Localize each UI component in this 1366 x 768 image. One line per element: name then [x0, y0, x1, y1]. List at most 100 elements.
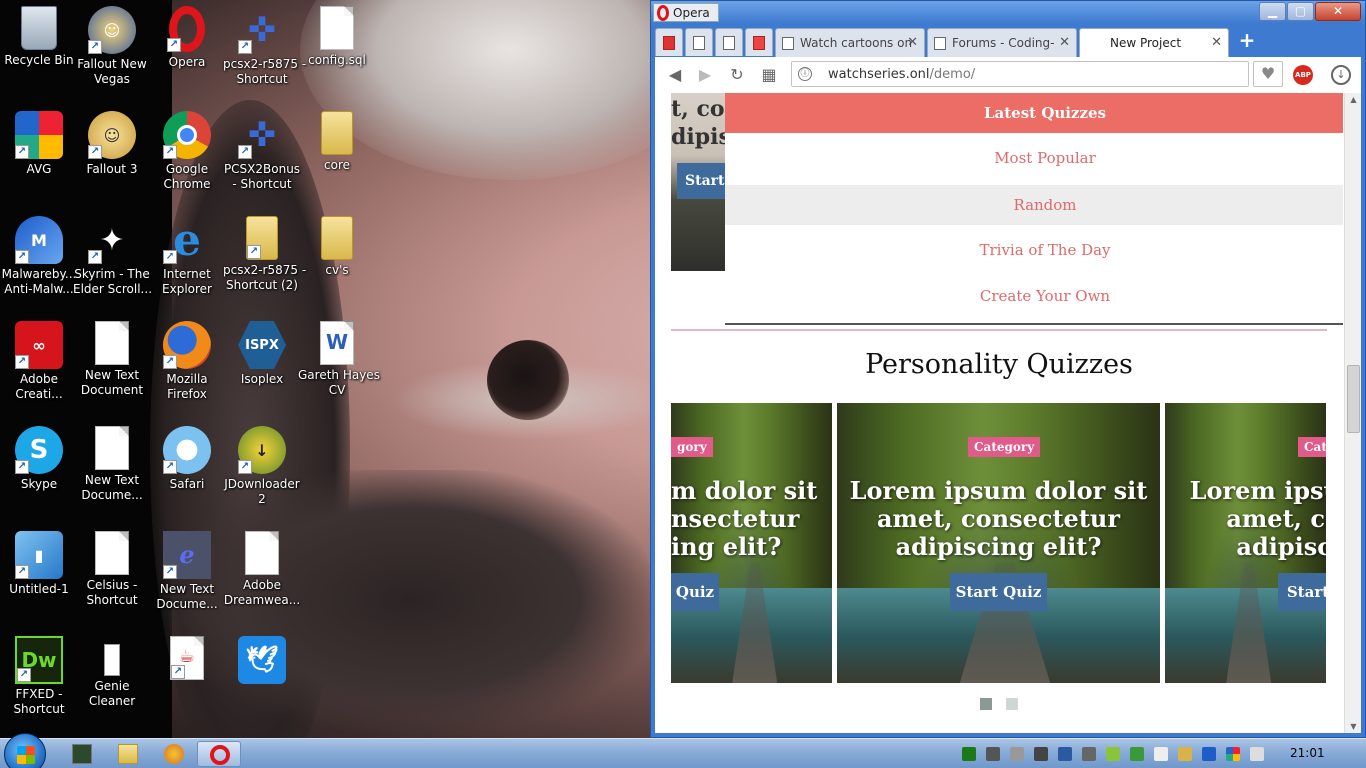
category-badge[interactable]: gory [671, 437, 713, 457]
minimize-button[interactable]: ▁ [1259, 2, 1286, 21]
start-quiz-button[interactable]: Start [677, 163, 725, 199]
desktop-icon-new-text-document[interactable]: New Text Document [73, 315, 151, 415]
previous-quiz-card[interactable]: t, con dipiscin Start [671, 93, 725, 271]
desktop-icon-css-checkbox[interactable]: Genie Cleaner [73, 630, 151, 730]
menu-random[interactable]: Random [725, 185, 1343, 225]
category-badge[interactable]: Cate [1298, 437, 1326, 457]
pinned-tab[interactable] [745, 28, 773, 56]
taskbar-explorer[interactable] [106, 741, 150, 767]
desktop-icon-skyrim[interactable]: ✦ ↗ Skyrim - The Elder Scroll... [73, 210, 152, 310]
carousel-dot-active[interactable] [980, 698, 992, 710]
desktop-icon-recycle-bin[interactable]: Recycle Bin [0, 0, 78, 100]
nvidia-icon[interactable] [1106, 747, 1120, 761]
tray-security-icon[interactable] [1130, 747, 1144, 761]
desktop-icon-safari[interactable]: ↗ Safari [148, 420, 226, 520]
adblock-plus-icon[interactable]: ABP [1293, 65, 1313, 85]
avg-tray-icon[interactable] [1226, 747, 1240, 761]
reload-icon[interactable]: ↻ [725, 63, 749, 87]
desktop-icon-skype[interactable]: S ↗ Skype [0, 420, 78, 520]
opera-menu-button[interactable]: Opera [653, 3, 719, 22]
quiz-card[interactable]: Category Lorem ipsum dolor sit amet, con… [837, 403, 1160, 683]
taskbar-show-desktop[interactable] [60, 741, 104, 767]
tab-close-icon[interactable]: ✕ [1059, 35, 1070, 50]
desktop-icon-phpdesigner[interactable]: ▮ ↗ Untitled-1 [0, 525, 78, 625]
menu-latest-quizzes[interactable]: Latest Quizzes [725, 93, 1343, 133]
start-button[interactable] [4, 733, 46, 768]
desktop-icon-mozilla-firefox[interactable]: ↗ Mozilla Firefox [148, 315, 226, 415]
desktop-icon-new-text-document-2[interactable]: New Text Docume... [73, 420, 151, 520]
desktop-icon-core[interactable]: core [298, 105, 376, 205]
carousel-dot[interactable] [1006, 698, 1018, 710]
desktop-icon-gareth-hayes-cv[interactable]: W Gareth Hayes CV [298, 315, 380, 415]
desktop-icon-fallout-3[interactable]: ☺ ↗ Fallout 3 [73, 105, 151, 205]
tab-watch-cartoons[interactable]: Watch cartoons on ✕ [775, 28, 925, 57]
tab-forums-coding[interactable]: Forums - Coding- ✕ [927, 28, 1077, 57]
tray-device-icon[interactable] [1058, 747, 1072, 761]
tray-clipboard-icon[interactable] [1250, 747, 1264, 761]
action-center-flag-icon[interactable] [1154, 747, 1168, 761]
desktop-icon-adobe-creative-cloud[interactable]: ∞ ↗ Adobe Creati... [0, 315, 78, 415]
menu-most-popular[interactable]: Most Popular [725, 137, 1343, 183]
desktop-icon-jdownloader[interactable]: ↓ ↗ JDownloader 2 [223, 420, 301, 520]
tray-printer-icon[interactable] [1034, 747, 1048, 761]
desktop-icon-new-text-document-3[interactable]: Adobe Dreamwea... [223, 525, 301, 625]
address-bar[interactable]: ⓘ watchseries.onl/demo/ [791, 61, 1249, 87]
downloads-icon[interactable]: ↓ [1331, 65, 1351, 85]
start-quiz-button[interactable]: Start Quiz [950, 573, 1047, 611]
new-tab-button[interactable]: + [1235, 29, 1259, 53]
tab-new-project[interactable]: New Project ✕ [1079, 28, 1229, 57]
desktop-icon-dreamweaver[interactable]: Dw ↗ FFXED - Shortcut [0, 630, 78, 730]
taskbar-opera[interactable] [197, 741, 241, 767]
desktop-icon-internet-explorer[interactable]: e ↗ Internet Explorer [148, 210, 226, 310]
pinned-tab[interactable] [685, 28, 713, 56]
desktop-icon-avg[interactable]: ↗ AVG [0, 105, 78, 205]
scroll-up-icon[interactable]: ▲ [1345, 95, 1361, 104]
tray-app-icon[interactable] [962, 747, 976, 761]
site-info-icon[interactable]: ⓘ [798, 67, 812, 81]
bookmark-heart-icon[interactable]: ♥ [1253, 61, 1283, 87]
desktop-icon-google-chrome[interactable]: ↗ Google Chrome [148, 105, 226, 205]
quiz-card[interactable]: Cate Lorem ipsu amet, co adipisci Start [1165, 403, 1326, 683]
speed-dial-icon[interactable]: ▦ [757, 63, 781, 87]
desktop-icon-isoplex[interactable]: ISPX Isoplex [223, 315, 301, 415]
desktop-icon-fallout-new-vegas[interactable]: ☺ ↗ Fallout New Vegas [73, 0, 151, 100]
menu-create-your-own[interactable]: Create Your Own [725, 275, 1343, 321]
desktop-icon-untitled-1[interactable]: Celsius - Shortcut [73, 525, 151, 625]
pinned-tab[interactable] [655, 28, 683, 56]
start-quiz-button[interactable]: Start [1278, 573, 1326, 611]
tab-close-icon[interactable]: ✕ [907, 35, 918, 50]
network-icon[interactable] [1082, 747, 1096, 761]
tray-monitor-icon[interactable] [986, 747, 1000, 761]
volume-icon[interactable] [1010, 747, 1024, 761]
menu-trivia-of-the-day[interactable]: Trivia of The Day [725, 229, 1343, 275]
vertical-scrollbar[interactable]: ▲ ▼ [1344, 93, 1361, 733]
desktop-icon-opera[interactable]: ↗ Opera [148, 0, 226, 100]
desktop-icon-config-sql[interactable]: config.sql [298, 0, 376, 100]
tray-user-icon[interactable] [1178, 747, 1192, 761]
forward-icon[interactable]: ▶ [693, 63, 717, 87]
start-quiz-button[interactable]: Quiz [671, 573, 719, 611]
scroll-down-icon[interactable]: ▼ [1345, 722, 1361, 731]
maximize-button[interactable]: ▢ [1287, 2, 1314, 21]
scrollbar-thumb[interactable] [1347, 365, 1360, 433]
desktop-icon-pcsx2-folder[interactable]: ↗ pcsx2-r5875 - Shortcut (2) [223, 210, 306, 310]
tab-close-icon[interactable]: ✕ [1211, 35, 1222, 50]
desktop-icon-label: pcsx2-r5875 - Shortcut [223, 57, 306, 86]
desktop-icon-pcsx2-bonus[interactable]: ✜ ↗ PCSX2Bonus - Shortcut [223, 105, 301, 205]
desktop-icon-cvs[interactable]: cv's [298, 210, 376, 310]
back-icon[interactable]: ◀ [663, 63, 687, 87]
category-badge[interactable]: Category [968, 437, 1041, 457]
desktop-icon-celsius[interactable]: ℯ ↗ New Text Docume... [148, 525, 226, 625]
quiz-card[interactable]: gory m dolor sit nsectetur ing elit? Qui… [671, 403, 832, 683]
pinned-tab[interactable] [715, 28, 743, 56]
desktop-icon-ffxed[interactable]: ☕ ↗ [148, 630, 226, 730]
close-window-button[interactable]: ✕ [1315, 2, 1361, 21]
malwarebytes-icon: M ↗ [15, 216, 63, 264]
taskbar-clock[interactable]: 21:01 [1290, 746, 1325, 760]
desktop-icon-genie-cleaner[interactable]: 🕊 [223, 630, 301, 730]
desktop-icon-label: Skype [20, 477, 58, 491]
malwarebytes-tray-icon[interactable] [1202, 747, 1216, 761]
desktop-icon-pcsx2[interactable]: ✜↗ pcsx2-r5875 - Shortcut [223, 0, 306, 100]
desktop-icon-malwarebytes[interactable]: M ↗ Malwareby... Anti-Malw... [0, 210, 78, 310]
taskbar-app[interactable] [152, 741, 196, 767]
